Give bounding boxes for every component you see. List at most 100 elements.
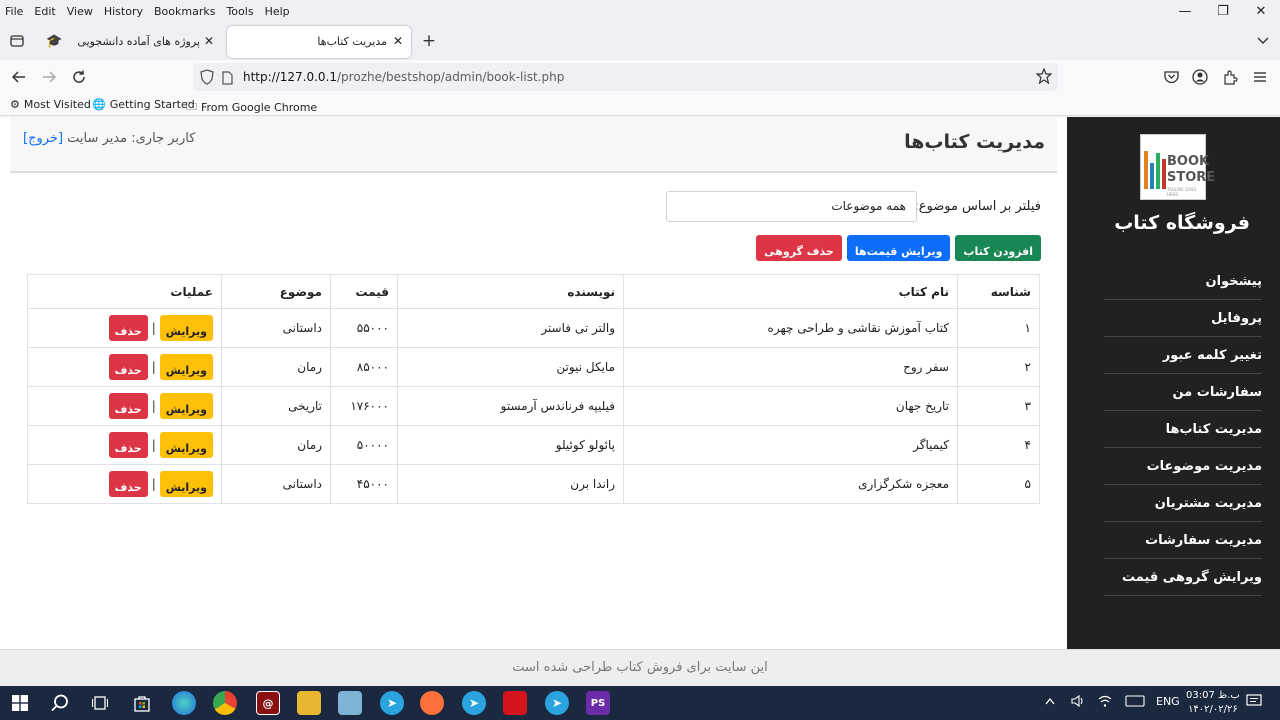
cell-author: پائولو کوئیلو	[397, 425, 624, 465]
logout-link[interactable]: [خروج]	[23, 131, 63, 146]
bookmarks-toolbar: ⚙ Most Visited 🌐 Getting Started 🗀 From Goo…	[0, 94, 1280, 116]
sidebar-item-manage-orders[interactable]: مدیریت سفارشات	[1104, 522, 1262, 559]
menu-tools[interactable]: Tools	[221, 5, 259, 18]
tab-close-icon[interactable]: ✕	[204, 34, 214, 48]
globe-icon: 🌐	[92, 98, 106, 111]
windows-start-icon[interactable]	[8, 691, 32, 715]
sidebar-item-profile[interactable]: پروفایل	[1104, 300, 1262, 337]
sidebar-item-manage-topics[interactable]: مدیریت موضوعات	[1104, 448, 1262, 485]
sidebar-item-my-orders[interactable]: سفارشات من	[1104, 374, 1262, 411]
menu-history[interactable]: History	[99, 5, 149, 18]
cell-name: معجزه شکرگزاری	[623, 464, 958, 504]
back-arrow-icon[interactable]	[8, 66, 30, 88]
reload-icon[interactable]	[68, 66, 90, 88]
menu-edit[interactable]: Edit	[29, 5, 61, 18]
sidebar-item-dashboard[interactable]: پیشخوان	[1104, 263, 1262, 300]
list-all-tabs-icon[interactable]	[1252, 30, 1274, 52]
shield-icon[interactable]	[200, 69, 214, 89]
new-tab-button[interactable]: +	[418, 30, 440, 52]
bookmark-getting-started[interactable]: 🌐 Getting Started	[92, 98, 195, 111]
menu-help[interactable]: Help	[260, 5, 296, 18]
table-header-row: شناسه نام کتاب نویسنده قیمت موضوع عملیات	[27, 274, 1040, 309]
delete-button[interactable]: حذف	[108, 432, 148, 458]
tab-close-icon[interactable]: ✕	[393, 34, 403, 48]
wifi-icon[interactable]	[1098, 694, 1112, 711]
cell-name: سفر روح	[623, 347, 958, 387]
restore-button[interactable]: ❐	[1205, 0, 1241, 22]
phpstorm-icon[interactable]: PS	[586, 691, 610, 715]
url-text: http://127.0.0.1/prozhe/bestshop/admin/b…	[243, 70, 564, 84]
cell-id: ۱	[957, 308, 1040, 348]
add-book-button[interactable]: افزودن کتاب	[955, 235, 1041, 261]
notification-icon[interactable]	[1246, 694, 1262, 711]
sidebar-item-manage-books[interactable]: مدیریت کتاب‌ها	[1104, 411, 1262, 448]
notepad-icon[interactable]	[338, 691, 362, 715]
hamburger-menu-icon[interactable]	[1249, 66, 1271, 88]
edit-button[interactable]: ویرایش	[159, 315, 213, 341]
sidebar-item-manage-customers[interactable]: مدیریت مشتریان	[1104, 485, 1262, 522]
menu-view[interactable]: View	[62, 5, 99, 18]
close-window-button[interactable]: ✕	[1243, 0, 1279, 22]
volume-icon[interactable]	[1071, 694, 1085, 711]
sidebar-item-change-password[interactable]: تغییر کلمه عبور	[1104, 337, 1262, 374]
extensions-icon[interactable]	[1219, 66, 1241, 88]
keyboard-icon[interactable]	[1125, 695, 1145, 710]
edit-button[interactable]: ویرایش	[159, 471, 213, 497]
cell-price: ۵۵۰۰۰	[330, 308, 398, 348]
cell-name: کتاب آموزش نقاشی و طراحی چهره	[623, 308, 958, 348]
separator: |	[151, 477, 156, 491]
bookmark-star-icon[interactable]	[1035, 67, 1053, 88]
cell-price: ۸۵۰۰۰	[330, 347, 398, 387]
bulk-delete-button[interactable]: حذف گروهی	[756, 235, 842, 261]
forward-arrow-icon[interactable]	[38, 66, 60, 88]
telegram-icon-3[interactable]: ➤	[545, 691, 569, 715]
task-view-icon[interactable]	[88, 691, 112, 715]
tab-book-management[interactable]: مدیریت کتاب‌ها ✕	[227, 26, 411, 58]
sidebar-item-bulk-price-edit[interactable]: ویرایش گروهی قیمت	[1104, 559, 1262, 596]
chevron-up-icon[interactable]	[1045, 695, 1055, 708]
topic-filter-select[interactable]: همه موضوعات	[666, 191, 917, 222]
telegram-icon[interactable]: ➤	[380, 691, 404, 715]
edit-button[interactable]: ویرایش	[159, 393, 213, 419]
col-name: نام کتاب	[623, 274, 958, 309]
telegram-icon-2[interactable]: ➤	[462, 691, 486, 715]
cell-id: ۲	[957, 347, 1040, 387]
edit-button[interactable]: ویرایش	[159, 432, 213, 458]
firefox-view-icon[interactable]	[6, 30, 28, 52]
store-icon[interactable]	[130, 691, 154, 715]
windows-taskbar: @ ➤ ➤ ➤ PS ENG 03:07 ب.ظ ۱۴۰۲/۰۲/۲۶	[0, 686, 1280, 720]
cell-author: والتر تی فاستر	[397, 308, 624, 348]
table-row: ۲ سفر روح مایکل نیوتن ۸۵۰۰۰ رمان ویرایش …	[27, 347, 1040, 387]
cell-id: ۵	[957, 464, 1040, 504]
delete-button[interactable]: حذف	[108, 315, 148, 341]
search-icon[interactable]	[48, 691, 72, 715]
minimize-button[interactable]: —	[1167, 0, 1203, 22]
clock-time: 03:07 ب.ظ	[1186, 690, 1240, 701]
edge-icon[interactable]	[172, 691, 196, 715]
separator: |	[151, 399, 156, 413]
firefox-icon[interactable]	[420, 691, 444, 715]
menu-bookmarks[interactable]: Bookmarks	[149, 5, 221, 18]
delete-button[interactable]: حذف	[108, 471, 148, 497]
account-icon[interactable]	[1189, 66, 1211, 88]
logo-slogan: TAGLINE GOES HERE	[1167, 187, 1197, 197]
language-indicator[interactable]: ENG	[1156, 695, 1180, 708]
delete-button[interactable]: حذف	[108, 393, 148, 419]
clock[interactable]: 03:07 ب.ظ ۱۴۰۲/۰۲/۲۶	[1186, 689, 1240, 717]
cell-operations: ویرایش | حذف	[27, 464, 222, 504]
page-title: مدیریت کتاب‌ها	[904, 131, 1045, 153]
chrome-icon[interactable]	[213, 691, 237, 715]
address-bar[interactable]: http://127.0.0.1/prozhe/bestshop/admin/b…	[193, 63, 1058, 91]
table-row: ۱ کتاب آموزش نقاشی و طراحی چهره والتر تی…	[27, 308, 1040, 348]
delete-button[interactable]: حذف	[108, 354, 148, 380]
acrobat-icon[interactable]	[503, 691, 527, 715]
pocket-icon[interactable]	[1160, 66, 1182, 88]
bookmark-most-visited[interactable]: ⚙ Most Visited	[10, 98, 91, 111]
edit-prices-button[interactable]: ویرایش قیمت‌ها	[846, 235, 951, 261]
edit-button[interactable]: ویرایش	[159, 354, 213, 380]
file-explorer-icon[interactable]	[297, 691, 321, 715]
tab-student-projects[interactable]: 🎓 پروژه های آماده دانشجویی ✕	[42, 26, 222, 58]
menu-file[interactable]: File	[0, 5, 29, 18]
bookmark-folder-chrome[interactable]: 🗀 From Google Chrome	[186, 98, 317, 117]
app-at-icon[interactable]: @	[256, 691, 280, 715]
